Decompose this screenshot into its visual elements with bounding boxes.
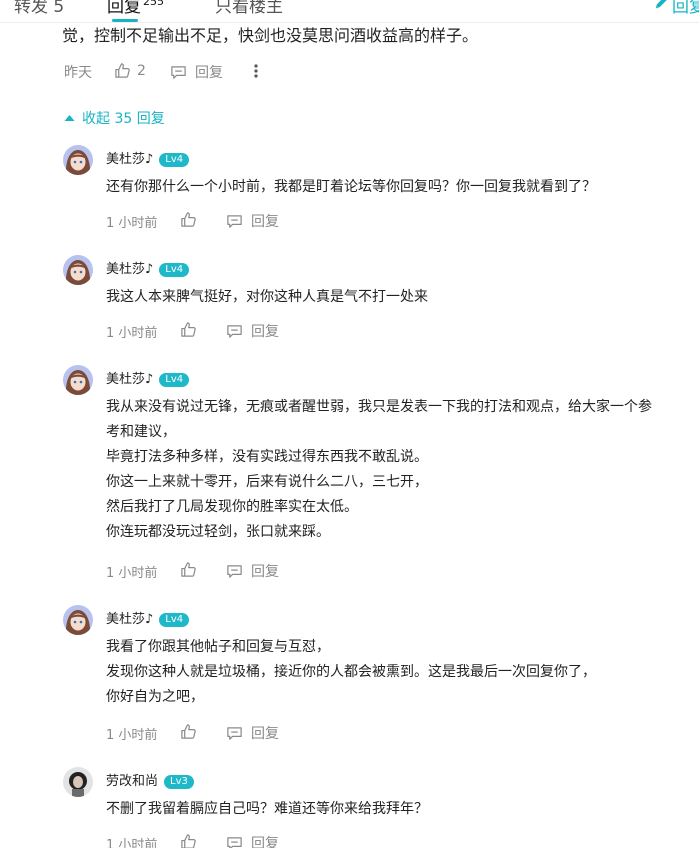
parent-reply-button[interactable]: 回复 — [170, 62, 223, 82]
reply-button[interactable]: 回复 — [226, 833, 279, 848]
tab-replies[interactable]: 回复 255 — [107, 0, 164, 17]
reply-time: 1 小时前 — [106, 728, 158, 743]
reply-line: 我这人本来脾气挺好，对你这种人真是气不打一处来 — [106, 289, 428, 305]
reply-label: 回复 — [251, 214, 279, 230]
tab-replies-label: 回复 — [107, 0, 141, 17]
avatar[interactable] — [63, 605, 93, 635]
like-icon — [180, 561, 197, 578]
tab-bar: 转发 5 回复255 只看楼主 回复 — [0, 0, 699, 23]
reply-line: 你连玩都没玩过轻剑，张口就来踩。 — [106, 524, 330, 540]
username: 美杜莎♪ — [106, 612, 154, 627]
like-button[interactable] — [180, 211, 197, 228]
parent-like-count: 2 — [137, 62, 146, 79]
tab-repost[interactable]: 转发 5 — [14, 0, 64, 17]
level-badge: Lv4 — [159, 153, 190, 167]
avatar[interactable] — [63, 145, 93, 175]
comment-icon — [170, 64, 187, 81]
reply-text: 我看了你跟其他帖子和回复与互怼， 发现你这种人就是垃圾桶，接近你的人都会被熏到。… — [106, 635, 699, 710]
reply-line: 我从来没有说过无锋，无痕或者醒世弱，我只是发表一下我的打法和观点，给大家一个参 — [106, 399, 652, 415]
collapse-replies-button[interactable]: 收起 35 回复 — [64, 108, 165, 128]
parent-reply-label: 回复 — [195, 65, 223, 81]
reply-line: 你好自为之吧， — [106, 689, 204, 705]
parent-comment-text: 觉，控制不足输出不足，快剑也没莫思问酒收益高的样子。 — [62, 26, 479, 45]
reply-post-label: 回复 — [672, 0, 699, 17]
active-tab-indicator — [112, 19, 138, 22]
tab-replies-count: 255 — [143, 0, 164, 9]
username: 美杜莎♪ — [106, 262, 154, 277]
reply-author[interactable]: 美杜莎♪ Lv4 — [106, 258, 190, 277]
level-badge: Lv4 — [159, 373, 190, 387]
collapse-replies-label: 收起 35 回复 — [82, 111, 165, 127]
reply-time: 1 小时前 — [106, 566, 158, 581]
reply-author[interactable]: 劳改和尚 Lv3 — [106, 770, 194, 789]
reply-author[interactable]: 美杜莎♪ Lv4 — [106, 148, 190, 167]
reply-button[interactable]: 回复 — [226, 211, 279, 231]
parent-time: 昨天 — [64, 65, 92, 81]
pencil-icon — [654, 0, 669, 15]
like-button[interactable] — [180, 833, 197, 848]
reply-text: 不删了我留着膈应自己吗？难道还等你来给我拜年？ — [106, 797, 699, 822]
reply-item: 美杜莎♪ Lv4 我从来没有说过无锋，无痕或者醒世弱，我只是发表一下我的打法和观点… — [0, 363, 699, 593]
caret-up-icon — [64, 110, 75, 126]
comment-icon — [226, 563, 243, 580]
reply-author[interactable]: 美杜莎♪ Lv4 — [106, 608, 190, 627]
avatar[interactable] — [63, 767, 93, 797]
reply-line: 毕竟打法多种多样，没有实践过得东西我不敢乱说。 — [106, 449, 428, 465]
reply-button[interactable]: 回复 — [226, 723, 279, 743]
comment-icon — [226, 835, 243, 848]
like-icon — [180, 833, 197, 848]
tab-owner-only[interactable]: 只看楼主 — [215, 0, 283, 17]
like-icon — [180, 321, 197, 338]
reply-item: 美杜莎♪ Lv4 我看了你跟其他帖子和回复与互怼， 发现你这种人就是垃圾桶，接近你… — [0, 603, 699, 753]
like-icon — [180, 723, 197, 740]
reply-time: 1 小时前 — [106, 838, 158, 848]
reply-text: 我这人本来脾气挺好，对你这种人真是气不打一处来 — [106, 285, 699, 310]
reply-button[interactable]: 回复 — [226, 561, 279, 581]
reply-label: 回复 — [251, 564, 279, 580]
reply-label: 回复 — [251, 726, 279, 742]
parent-like-button[interactable]: 2 — [114, 62, 146, 79]
username: 美杜莎♪ — [106, 372, 154, 387]
like-button[interactable] — [180, 723, 197, 740]
more-icon — [252, 62, 260, 80]
comment-icon — [226, 323, 243, 340]
level-badge: Lv4 — [159, 263, 190, 277]
like-button[interactable] — [180, 321, 197, 338]
reply-author[interactable]: 美杜莎♪ Lv4 — [106, 368, 190, 387]
reply-item: 美杜莎♪ Lv4 我这人本来脾气挺好，对你这种人真是气不打一处来 1 小时前 回复 — [0, 253, 699, 353]
reply-post-button[interactable]: 回复 — [654, 0, 699, 17]
avatar[interactable] — [63, 365, 93, 395]
reply-line: 还有你那什么一个小时前，我都是盯着论坛等你回复吗？你一回复我就看到了？ — [106, 179, 596, 195]
reply-label: 回复 — [251, 836, 279, 848]
like-icon — [114, 62, 131, 79]
comment-icon — [226, 725, 243, 742]
reply-time: 1 小时前 — [106, 326, 158, 341]
reply-button[interactable]: 回复 — [226, 321, 279, 341]
reply-item: 劳改和尚 Lv3 不删了我留着膈应自己吗？难道还等你来给我拜年？ 1 小时前 回复 — [0, 765, 699, 848]
like-button[interactable] — [180, 561, 197, 578]
reply-item: 美杜莎♪ Lv4 还有你那什么一个小时前，我都是盯着论坛等你回复吗？你一回复我就看… — [0, 143, 699, 243]
reply-label: 回复 — [251, 324, 279, 340]
reply-text: 我从来没有说过无锋，无痕或者醒世弱，我只是发表一下我的打法和观点，给大家一个参 … — [106, 395, 699, 545]
reply-line: 我看了你跟其他帖子和回复与互怼， — [106, 639, 330, 655]
more-options-button[interactable] — [252, 62, 260, 80]
comment-icon — [226, 213, 243, 230]
avatar[interactable] — [63, 255, 93, 285]
reply-line: 不删了我留着膈应自己吗？难道还等你来给我拜年？ — [106, 801, 428, 817]
reply-line: 然后我打了几局发现你的胜率实在太低。 — [106, 499, 358, 515]
reply-line: 考和建议， — [106, 424, 176, 440]
reply-line: 你这一上来就十零开，后来有说什么二八，三七开， — [106, 474, 428, 490]
reply-line: 发现你这种人就是垃圾桶，接近你的人都会被熏到。这是我最后一次回复你了， — [106, 664, 596, 680]
level-badge: Lv4 — [159, 613, 190, 627]
like-icon — [180, 211, 197, 228]
username: 劳改和尚 — [106, 774, 159, 789]
reply-text: 还有你那什么一个小时前，我都是盯着论坛等你回复吗？你一回复我就看到了？ — [106, 175, 699, 200]
level-badge: Lv3 — [164, 775, 194, 789]
reply-time: 1 小时前 — [106, 216, 158, 231]
parent-actions: 昨天 2 回复 — [64, 62, 484, 82]
username: 美杜莎♪ — [106, 152, 154, 167]
